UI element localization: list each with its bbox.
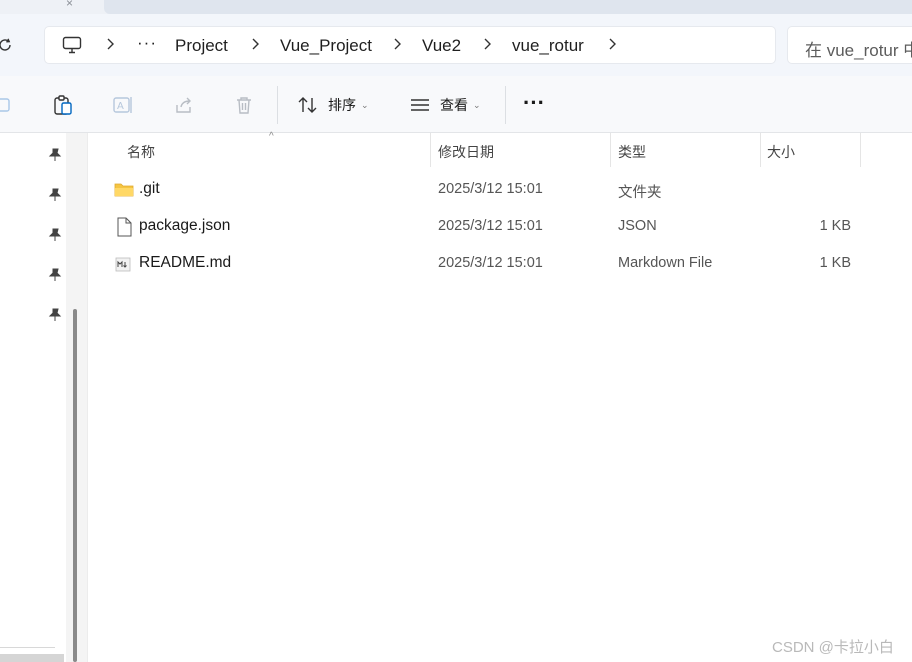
file-name: README.md <box>139 254 232 271</box>
file-date: 2025/3/12 15:01 <box>438 218 543 234</box>
column-separator[interactable] <box>760 133 761 167</box>
file-icon <box>117 217 132 237</box>
address-row: ··· Project Vue_Project Vue2 vue_rotur 在… <box>0 14 912 76</box>
column-header-date[interactable]: 修改日期 <box>438 142 494 162</box>
file-date: 2025/3/12 15:01 <box>438 181 543 197</box>
sort-button[interactable]: 排序 ⌄ <box>297 90 369 120</box>
pin-icon[interactable] <box>47 147 63 163</box>
pin-icon[interactable] <box>47 307 63 323</box>
list-item[interactable]: package.json 2025/3/12 15:01 JSON 1 KB <box>89 208 912 245</box>
column-header-size[interactable]: 大小 <box>767 142 795 162</box>
sort-label: 排序 <box>328 97 356 113</box>
chevron-down-icon: ⌄ <box>473 99 481 110</box>
tab-add-area[interactable] <box>104 0 912 14</box>
trash-icon[interactable] <box>233 94 255 116</box>
share-icon[interactable] <box>173 94 195 116</box>
file-size: 1 KB <box>819 255 851 271</box>
watermark: CSDN @卡拉小白 <box>772 639 894 656</box>
file-name: package.json <box>139 217 231 234</box>
chevron-right-icon[interactable] <box>250 37 260 51</box>
view-button[interactable]: 查看 ⌄ <box>409 90 481 120</box>
column-separator[interactable] <box>430 133 431 167</box>
sort-ascending-icon: ^ <box>269 131 274 142</box>
nav-scrollbar[interactable] <box>66 133 88 662</box>
sort-icon <box>298 97 317 113</box>
pin-icon[interactable] <box>47 227 63 243</box>
tab-close-icon[interactable]: × <box>66 0 73 10</box>
list-item[interactable]: README.md 2025/3/12 15:01 Markdown File … <box>89 245 912 282</box>
breadcrumb-overflow[interactable]: ··· <box>137 33 157 53</box>
breadcrumb-vue2[interactable]: Vue2 <box>422 36 461 56</box>
folder-icon <box>114 183 134 197</box>
nav-scrollbar-thumb[interactable] <box>73 309 77 662</box>
file-type: 文件夹 <box>618 185 662 201</box>
chevron-right-icon[interactable] <box>105 37 115 51</box>
paste-icon[interactable] <box>52 94 74 116</box>
file-name: .git <box>139 180 160 197</box>
navigation-pane <box>0 133 66 662</box>
file-type: JSON <box>618 218 657 234</box>
file-size: 1 KB <box>819 218 851 234</box>
search-placeholder: 在 vue_rotur 中搜索 <box>805 41 912 60</box>
file-list: ^ 名称 修改日期 类型 大小 .git 2025/3/12 15:01 文件夹… <box>89 131 912 662</box>
chevron-down-icon: ⌄ <box>361 99 369 110</box>
view-list-icon <box>411 99 429 111</box>
column-separator[interactable] <box>610 133 611 167</box>
svg-text:A: A <box>117 101 124 112</box>
monitor-icon[interactable] <box>62 36 82 54</box>
view-label: 查看 <box>440 97 468 113</box>
markdown-file-icon <box>115 257 131 272</box>
command-bar: A 排序 ⌄ 查看 ⌄ ··· <box>0 76 912 133</box>
cut-icon[interactable] <box>0 94 14 116</box>
breadcrumb-vue-project[interactable]: Vue_Project <box>280 36 372 56</box>
nav-divider <box>0 647 55 648</box>
rename-icon[interactable]: A <box>112 94 134 116</box>
chevron-right-icon[interactable] <box>392 37 402 51</box>
list-item[interactable]: .git 2025/3/12 15:01 文件夹 <box>89 171 912 208</box>
nav-selected-item[interactable] <box>0 654 64 662</box>
breadcrumb-project[interactable]: Project <box>175 36 228 56</box>
column-header-type[interactable]: 类型 <box>618 142 646 162</box>
breadcrumb-vue-rotur[interactable]: vue_rotur <box>512 36 584 56</box>
toolbar-separator <box>505 86 506 124</box>
address-bar[interactable]: ··· Project Vue_Project Vue2 vue_rotur <box>44 26 776 64</box>
chevron-right-icon[interactable] <box>482 37 492 51</box>
refresh-icon[interactable] <box>0 36 14 54</box>
more-options-button[interactable]: ··· <box>523 90 545 116</box>
file-type: Markdown File <box>618 255 713 271</box>
column-separator[interactable] <box>860 133 861 167</box>
file-date: 2025/3/12 15:01 <box>438 255 543 271</box>
toolbar-separator <box>277 86 278 124</box>
tab-strip: × <box>0 0 912 14</box>
chevron-right-icon[interactable] <box>607 37 617 51</box>
search-input[interactable]: 在 vue_rotur 中搜索 <box>787 26 912 64</box>
pin-icon[interactable] <box>47 187 63 203</box>
pin-icon[interactable] <box>47 267 63 283</box>
column-header-name[interactable]: 名称 <box>127 142 155 162</box>
